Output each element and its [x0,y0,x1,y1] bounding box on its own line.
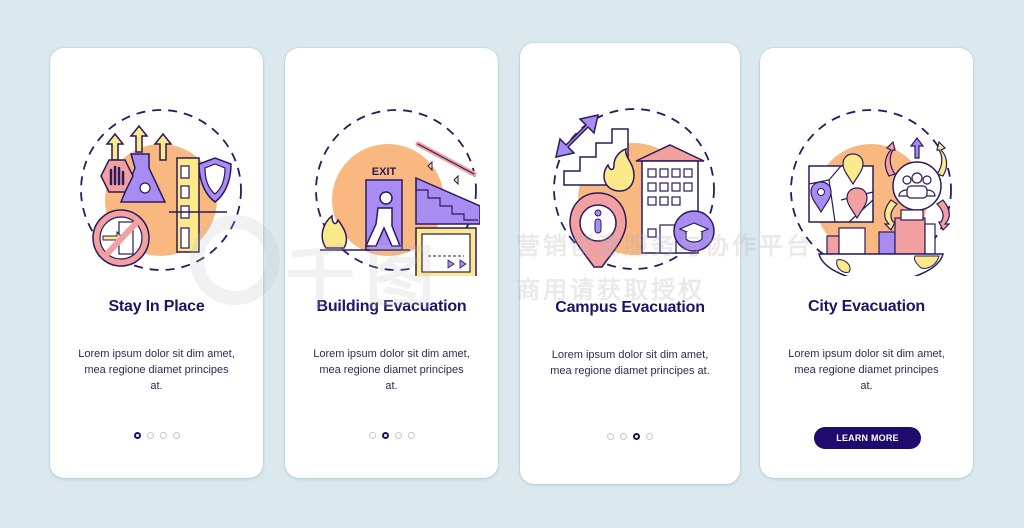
page-dot-2[interactable] [146,432,154,439]
onboarding-card-building-evacuation: EXIT Building Evacuation Lorem ipsum dol… [285,48,498,478]
page-dot-2-active[interactable] [381,432,389,439]
onboarding-card-campus-evacuation: Campus Evacuation Lorem ipsum dolor sit … [520,43,740,484]
page-dot-1-active[interactable] [133,432,141,439]
onboarding-card-city-evacuation: City Evacuation Lorem ipsum dolor sit di… [760,48,973,478]
page-dot-2[interactable] [620,433,627,440]
pagination-dots [520,433,740,440]
page-dot-4[interactable] [407,432,415,439]
stop-hand-icon [99,159,134,193]
learn-more-button[interactable]: LEARN MORE [814,427,921,449]
card-title: Building Evacuation [316,298,467,315]
card-description: Lorem ipsum dolor sit dim amet, mea regi… [788,348,945,392]
pagination-dots [285,432,498,439]
card-description: Lorem ipsum dolor sit dim amet, mea regi… [313,348,470,392]
page-dot-3[interactable] [394,432,402,439]
exit-sign: EXIT [371,166,396,178]
card-title: Campus Evacuation [555,299,705,316]
page-dot-4[interactable] [646,433,653,440]
campus-evacuation-illustration [542,99,718,275]
card-description: Lorem ipsum dolor sit dim amet, mea regi… [78,348,235,392]
stay-in-place-illustration [69,100,245,276]
building-evacuation-illustration: EXIT [304,100,480,276]
page-dot-3-active[interactable] [633,433,640,440]
page-dot-1[interactable] [607,433,614,440]
pagination-dots [50,432,263,439]
stairs-icon [414,176,480,225]
page-dot-1[interactable] [368,432,376,439]
page-dot-4[interactable] [172,432,180,439]
city-evacuation-illustration [779,100,955,276]
diagonal-arrow-icon [555,114,599,158]
card-title: Stay In Place [108,298,205,315]
page-dot-3[interactable] [159,432,167,439]
onboarding-card-stay-in-place: Stay In Place Lorem ipsum dolor sit dim … [50,48,263,478]
card-title: City Evacuation [807,298,926,315]
card-description: Lorem ipsum dolor sit dim amet, mea regi… [550,349,710,377]
